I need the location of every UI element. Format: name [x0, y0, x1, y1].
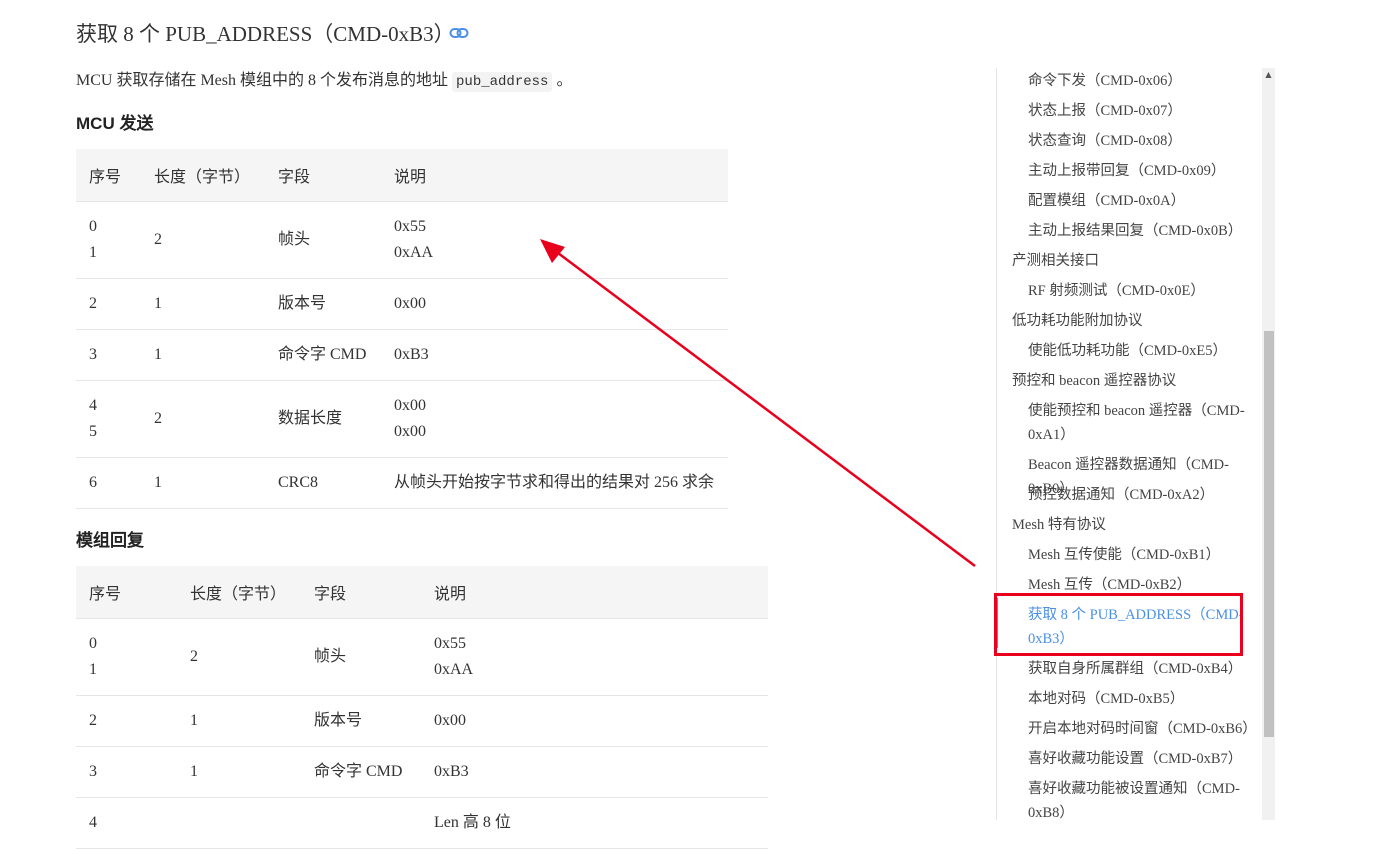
header-desc: 说明: [381, 149, 728, 202]
cell-seq: 3: [76, 746, 177, 798]
header-seq: 序号: [76, 149, 141, 202]
toc-item-cmd-0x0b[interactable]: 主动上报结果回复（CMD-0x0B）: [1028, 219, 1260, 243]
mcu-send-table: 序号 长度（字节） 字段 说明 0 1 2 帧头 0x55 0xAA 2 1 版…: [76, 149, 728, 509]
toc-item-cmd-0xa2[interactable]: 预控数据通知（CMD-0xA2）: [1028, 483, 1260, 507]
table-row: 3 1 命令字 CMD 0xB3: [76, 329, 728, 381]
header-length: 长度（字节）: [141, 149, 265, 202]
table-row: 0 1 2 帧头 0x55 0xAA: [76, 618, 768, 696]
cell-length: 1: [177, 695, 301, 747]
page-title: 获取 8 个 PUB_ADDRESS（CMD-0xB3）: [76, 22, 455, 46]
header-field: 字段: [265, 149, 381, 202]
cell-desc: 0x00: [421, 695, 768, 747]
cell-field: 版本号: [265, 278, 381, 330]
toc-scrollbar[interactable]: ▲: [1262, 68, 1275, 820]
cell-length: 2: [141, 201, 265, 279]
scroll-up-arrow-icon[interactable]: ▲: [1262, 68, 1275, 82]
mcu-send-heading: MCU 发送: [76, 114, 154, 133]
table-header-row: 序号 长度（字节） 字段 说明: [76, 566, 768, 619]
table-row: 4 Len 高 8 位: [76, 797, 768, 849]
toc-item-cmd-0x06[interactable]: 命令下发（CMD-0x06）: [1028, 69, 1260, 93]
table-row: 4 5 2 数据长度 0x00 0x00: [76, 380, 728, 458]
toc-item-cmd-0x09[interactable]: 主动上报带回复（CMD-0x09）: [1028, 159, 1260, 183]
toc-item-cmd-0xb4[interactable]: 获取自身所属群组（CMD-0xB4）: [1028, 657, 1260, 681]
cell-desc: Len 高 8 位: [421, 797, 768, 849]
cell-field: 帧头: [301, 618, 421, 696]
cell-desc: 0xB3: [381, 329, 728, 381]
table-row: 2 1 版本号 0x00: [76, 695, 768, 747]
cell-field: 版本号: [301, 695, 421, 747]
cell-seq: 2: [76, 278, 141, 330]
toc-item-cmd-0xe5[interactable]: 使能低功耗功能（CMD-0xE5）: [1028, 339, 1260, 363]
cell-seq: 2: [76, 695, 177, 747]
module-reply-table: 序号 长度（字节） 字段 说明 0 1 2 帧头 0x55 0xAA 2 1 版…: [76, 566, 768, 849]
cell-desc: 从帧头开始按字节求和得出的结果对 256 求余: [381, 457, 728, 509]
toc-item-cmd-0xb8[interactable]: 喜好收藏功能被设置通知（CMD-0xB8）: [1028, 777, 1260, 820]
cell-desc: 0x00 0x00: [381, 380, 728, 458]
header-desc: 说明: [421, 566, 768, 619]
toc-item-cmd-0xb1[interactable]: Mesh 互传使能（CMD-0xB1）: [1028, 543, 1260, 567]
intro-text: MCU 获取存储在 Mesh 模组中的 8 个发布消息的地址: [76, 72, 449, 89]
header-length: 长度（字节）: [177, 566, 301, 619]
cell-field: 数据长度: [265, 380, 381, 458]
toc-section-low-power[interactable]: 低功耗功能附加协议: [1012, 309, 1257, 333]
toc-item-cmd-0x0a[interactable]: 配置模组（CMD-0x0A）: [1028, 189, 1260, 213]
toc-item-cmd-0xb7[interactable]: 喜好收藏功能设置（CMD-0xB7）: [1028, 747, 1260, 771]
cell-desc: 0x55 0xAA: [421, 618, 768, 696]
cell-length: 1: [177, 746, 301, 798]
pub-address-code: pub_address: [452, 72, 553, 92]
toc-item-cmd-0xb5[interactable]: 本地对码（CMD-0xB5）: [1028, 687, 1260, 711]
cell-length: 2: [177, 618, 301, 696]
cell-seq: 0 1: [76, 201, 141, 279]
cell-seq: 4: [76, 797, 177, 849]
table-header-row: 序号 长度（字节） 字段 说明: [76, 149, 728, 202]
table-row: 3 1 命令字 CMD 0xB3: [76, 746, 768, 798]
toc-item-cmd-0x0e[interactable]: RF 射频测试（CMD-0x0E）: [1028, 279, 1260, 303]
cell-field: 命令字 CMD: [301, 746, 421, 798]
cell-length: 2: [141, 380, 265, 458]
toc-item-cmd-0x08[interactable]: 状态查询（CMD-0x08）: [1028, 129, 1260, 153]
cell-seq: 0 1: [76, 618, 177, 696]
toc-section-beacon[interactable]: 预控和 beacon 遥控器协议: [1012, 369, 1257, 393]
cell-field: [301, 797, 421, 849]
scrollbar-thumb[interactable]: [1264, 331, 1274, 737]
toc-item-cmd-0xa1[interactable]: 使能预控和 beacon 遥控器（CMD-0xA1）: [1028, 399, 1260, 447]
toc-section-production-test[interactable]: 产测相关接口: [1012, 249, 1257, 273]
toc-item-cmd-0xb6[interactable]: 开启本地对码时间窗（CMD-0xB6）: [1028, 717, 1260, 741]
cell-length: 1: [141, 457, 265, 509]
toc-item-cmd-0x07[interactable]: 状态上报（CMD-0x07）: [1028, 99, 1260, 123]
cell-field: CRC8: [265, 457, 381, 509]
link-icon[interactable]: [449, 25, 469, 41]
table-row: 6 1 CRC8 从帧头开始按字节求和得出的结果对 256 求余: [76, 457, 728, 509]
cell-field: 命令字 CMD: [265, 329, 381, 381]
module-reply-heading: 模组回复: [76, 531, 144, 550]
table-row: 0 1 2 帧头 0x55 0xAA: [76, 201, 728, 279]
header-seq: 序号: [76, 566, 177, 619]
table-of-contents: 命令下发（CMD-0x06） 状态上报（CMD-0x07） 状态查询（CMD-0…: [996, 68, 1262, 820]
intro-paragraph: MCU 获取存储在 Mesh 模组中的 8 个发布消息的地址 pub_addre…: [76, 66, 573, 92]
toc-section-mesh[interactable]: Mesh 特有协议: [1012, 513, 1257, 537]
cell-desc: 0xB3: [421, 746, 768, 798]
cell-field: 帧头: [265, 201, 381, 279]
cell-length: 1: [141, 278, 265, 330]
cell-seq: 4 5: [76, 380, 141, 458]
cell-length: 1: [141, 329, 265, 381]
intro-end: 。: [556, 72, 573, 89]
cell-desc: 0x55 0xAA: [381, 201, 728, 279]
cell-desc: 0x00: [381, 278, 728, 330]
header-field: 字段: [301, 566, 421, 619]
annotation-highlight-box: [994, 593, 1243, 656]
table-row: 2 1 版本号 0x00: [76, 278, 728, 330]
cell-length: [177, 797, 301, 849]
cell-seq: 3: [76, 329, 141, 381]
cell-seq: 6: [76, 457, 141, 509]
